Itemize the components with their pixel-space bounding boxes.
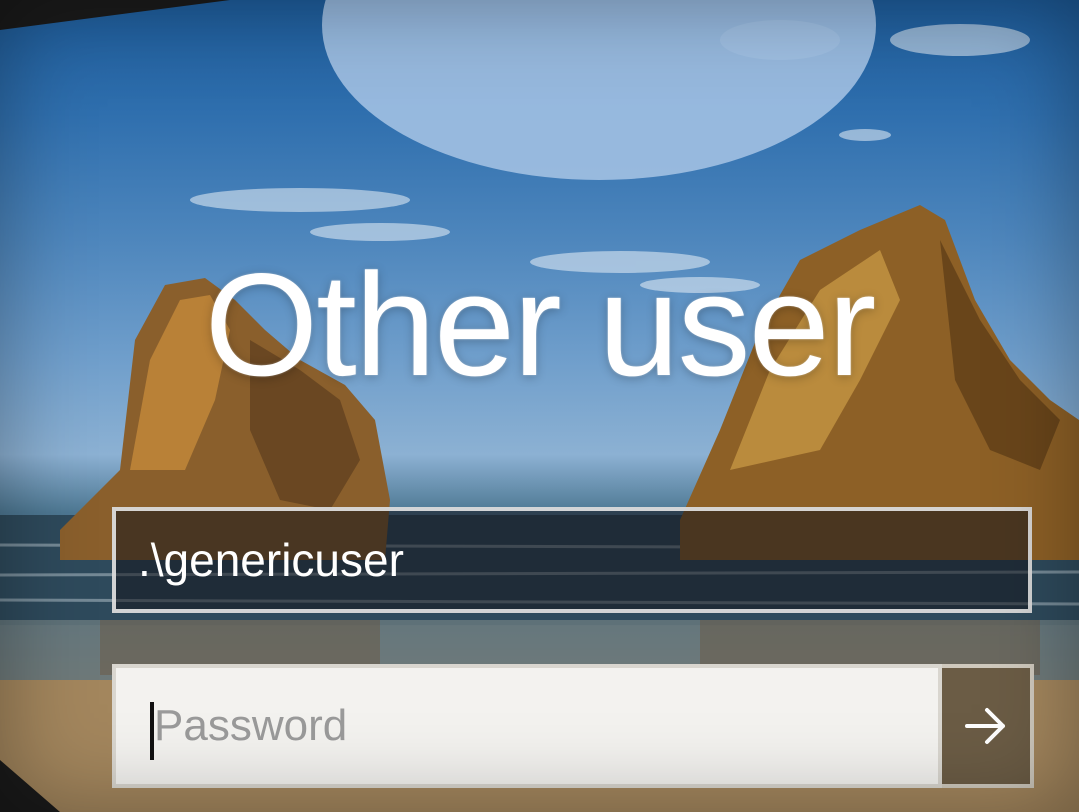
submit-button[interactable] [942,664,1034,788]
password-placeholder: Password [154,701,348,750]
password-row: Password [112,664,1034,788]
page-title: Other user [204,243,877,406]
password-field[interactable]: Password [112,664,942,788]
arrow-right-icon [965,708,1005,744]
username-field[interactable]: .\genericuser [112,507,1032,613]
login-screen: Other user .\genericuser Password [0,0,1079,812]
